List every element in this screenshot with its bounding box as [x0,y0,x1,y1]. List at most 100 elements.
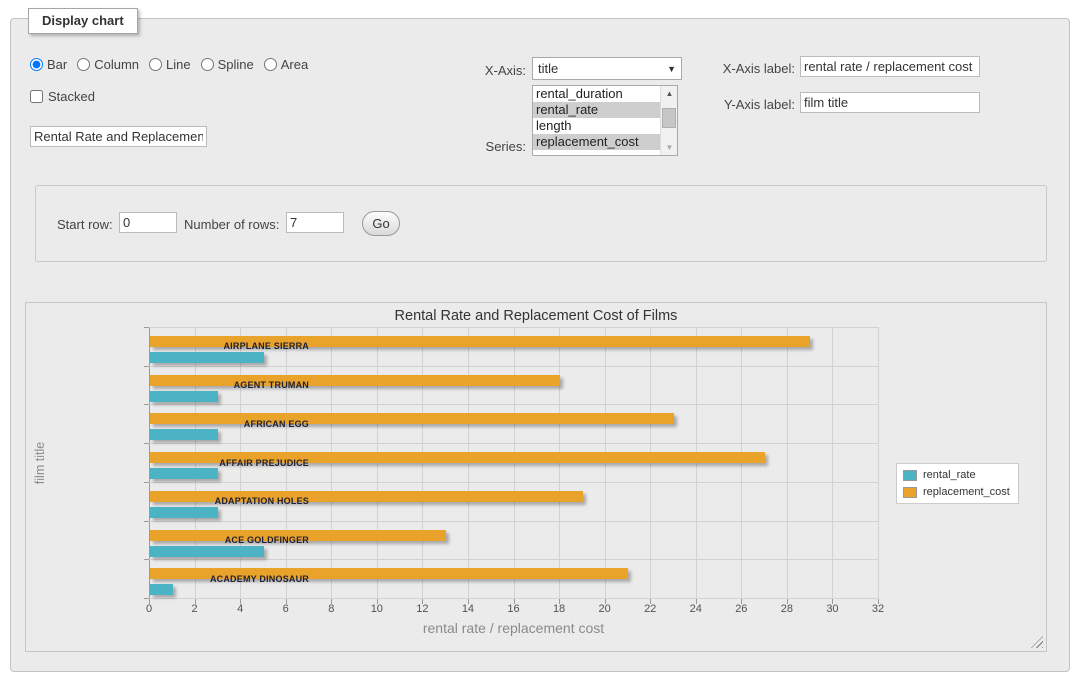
x-tick-label: 6 [273,603,299,615]
grid-line-h [149,327,878,328]
bar-rental_rate [150,352,264,363]
resize-handle-icon[interactable] [1031,636,1043,648]
x-tick-label: 4 [227,603,253,615]
grid-line-v [832,327,833,598]
chart-type-radio-group: Bar Column Line Spline Area [30,57,314,72]
chart-xaxis-title: rental rate / replacement cost [149,620,878,636]
category-label: AIRPLANE SIERRA [199,341,309,351]
start-row-input[interactable] [119,212,177,233]
category-label: AGENT TRUMAN [199,380,309,390]
series-option-replacement_cost[interactable]: replacement_cost [533,134,660,150]
bar-rental_rate [150,584,173,595]
yaxis-label-input[interactable] [800,92,980,113]
series-listbox[interactable]: rental_durationrental_ratelengthreplacem… [532,85,678,156]
chart-type-label: Area [281,57,308,72]
category-label: AFFAIR PREJUDICE [199,458,309,468]
ylabel-caption: Y-Axis label: [700,97,795,112]
chart-type-radio-spline[interactable] [201,58,214,71]
chart-type-label: Bar [47,57,67,72]
chart-type-spline[interactable]: Spline [201,57,254,72]
legend-label: replacement_cost [923,486,1010,498]
series-option-length[interactable]: length [533,118,660,134]
grid-line-h [149,598,878,599]
num-rows-input[interactable] [286,212,344,233]
xlabel-caption: X-Axis label: [700,61,795,76]
xaxis-select-value: title [538,61,558,76]
x-tick-label: 20 [592,603,618,615]
chart-type-radio-area[interactable] [264,58,277,71]
xaxis-label-input[interactable] [800,56,980,77]
y-tick-mark [144,482,149,483]
x-tick-label: 14 [455,603,481,615]
series-options: rental_durationrental_ratelengthreplacem… [533,86,660,155]
chart-type-radio-bar[interactable] [30,58,43,71]
legend-label: rental_rate [923,469,976,481]
x-tick-label: 2 [182,603,208,615]
bar-rental_rate [150,546,264,557]
chevron-down-icon: ▼ [667,64,676,74]
fieldset-legend: Display chart [28,8,138,34]
stacked-checkbox[interactable] [30,90,43,103]
chart-title: Rental Rate and Replacement Cost of Film… [26,308,1046,324]
x-tick-label: 12 [409,603,435,615]
series-option-rental_duration[interactable]: rental_duration [533,86,660,102]
x-tick-label: 24 [683,603,709,615]
y-tick-mark [144,327,149,328]
chart-legend: rental_rate replacement_cost [896,463,1019,504]
category-label: AFRICAN EGG [199,419,309,429]
chart-type-radio-column[interactable] [77,58,90,71]
scroll-down-icon[interactable]: ▼ [661,140,678,155]
x-tick-label: 16 [501,603,527,615]
y-tick-mark [144,521,149,522]
x-tick-label: 30 [819,603,845,615]
series-scrollbar[interactable]: ▲ ▼ [660,86,677,155]
x-tick-label: 26 [728,603,754,615]
start-row-caption: Start row: [57,217,113,232]
y-tick-mark [144,366,149,367]
page: Display chart Bar Column Line Spline Area St… [0,0,1081,681]
x-tick-label: 32 [865,603,891,615]
chart-type-label: Column [94,57,139,72]
legend-item-replacement_cost: replacement_cost [903,486,1010,498]
bar-rental_rate [150,468,218,479]
x-tick-label: 22 [637,603,663,615]
bar-chart: Rental Rate and Replacement Cost of Film… [25,302,1047,652]
scroll-up-icon[interactable]: ▲ [661,86,678,101]
xaxis-caption: X-Axis: [440,63,526,78]
chart-type-area[interactable]: Area [264,57,308,72]
chart-yaxis-title: film title [33,423,47,503]
chart-type-radio-line[interactable] [149,58,162,71]
x-tick-label: 28 [774,603,800,615]
bar-rental_rate [150,429,218,440]
x-tick-label: 18 [546,603,572,615]
chart-title-input[interactable] [30,126,207,147]
legend-swatch [903,487,917,498]
series-caption: Series: [440,139,526,154]
category-label: ADAPTATION HOLES [199,496,309,506]
stacked-checkbox-row[interactable]: Stacked [30,89,95,104]
legend-item-rental_rate: rental_rate [903,469,1010,481]
grid-line-h [149,559,878,560]
chart-type-bar[interactable]: Bar [30,57,67,72]
bar-rental_rate [150,391,218,402]
go-button[interactable]: Go [362,211,400,236]
chart-type-label: Line [166,57,191,72]
grid-line-h [149,366,878,367]
legend-swatch [903,470,917,481]
y-tick-mark [144,443,149,444]
grid-line-v [878,327,879,598]
grid-line-h [149,482,878,483]
y-tick-mark [144,598,149,599]
chart-type-line[interactable]: Line [149,57,191,72]
num-rows-caption: Number of rows: [184,217,279,232]
y-tick-mark [144,559,149,560]
chart-type-column[interactable]: Column [77,57,139,72]
category-label: ACE GOLDFINGER [199,535,309,545]
category-label: ACADEMY DINOSAUR [199,574,309,584]
xaxis-select[interactable]: title ▼ [532,57,682,80]
scrollbar-thumb[interactable] [662,108,676,128]
grid-line-h [149,443,878,444]
stacked-label: Stacked [48,89,95,104]
series-option-rental_rate[interactable]: rental_rate [533,102,660,118]
x-tick-label: 0 [136,603,162,615]
